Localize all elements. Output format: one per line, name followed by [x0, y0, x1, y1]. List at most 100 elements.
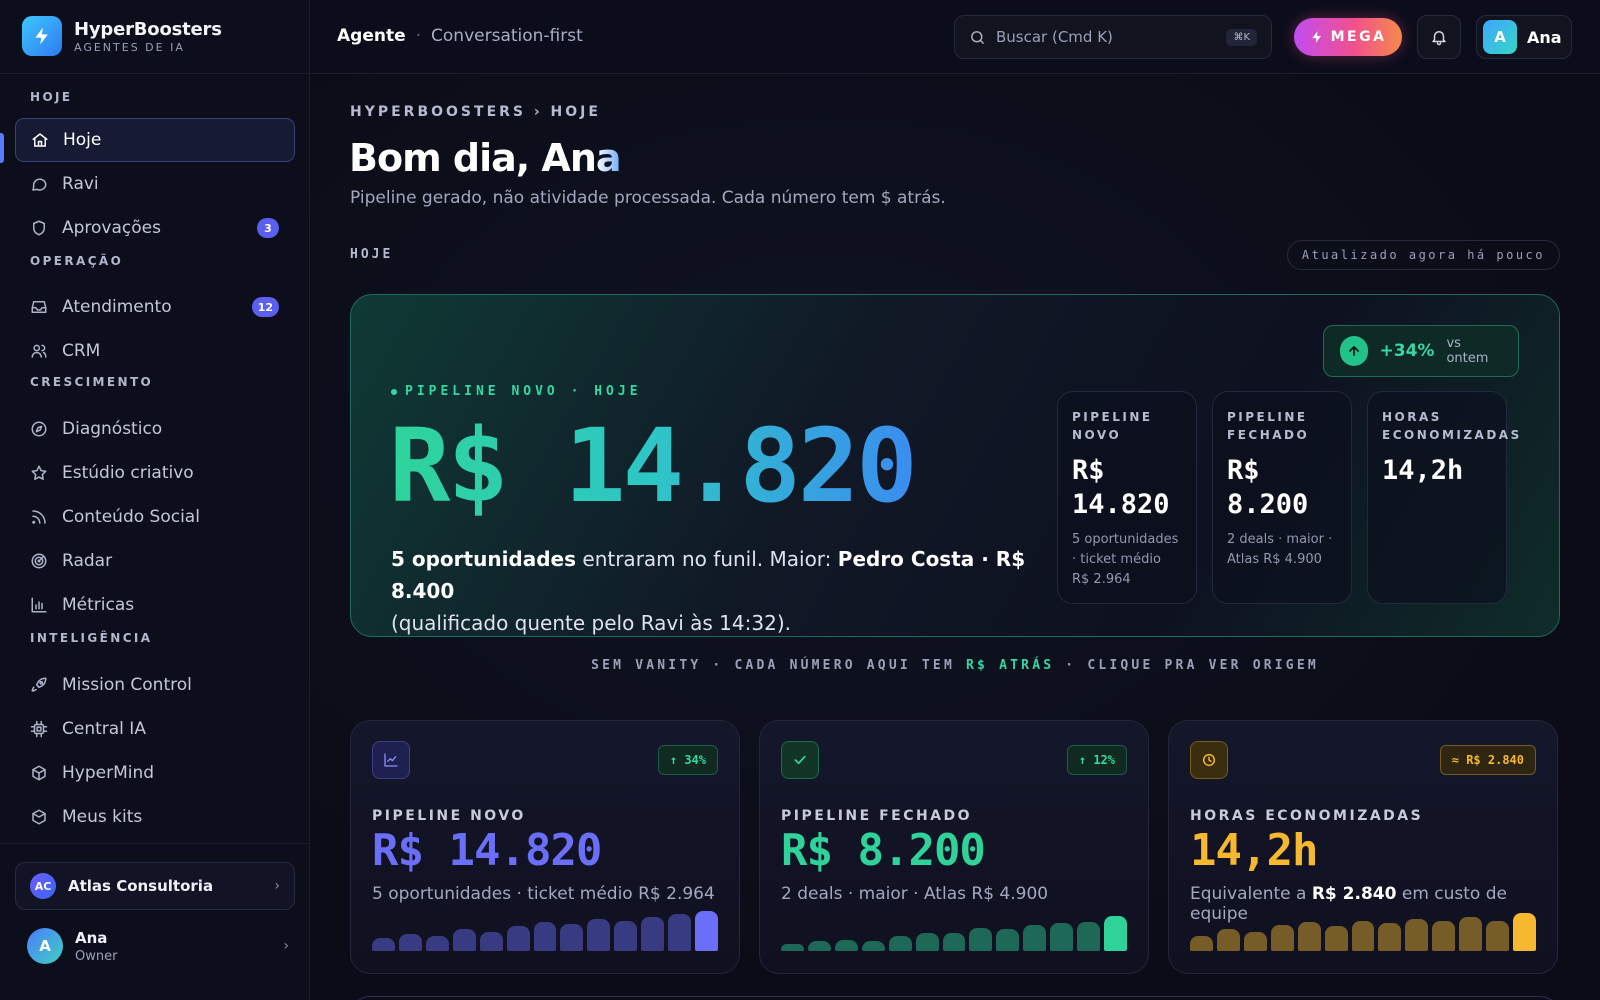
stat-title: PIPELINE NOVO — [1072, 410, 1153, 442]
sparkline-bar — [1405, 919, 1429, 951]
vanity-prefix: SEM VANITY · CADA NÚMERO AQUI TEM — [591, 658, 967, 673]
sidebar-item-central-ia[interactable]: Central IA — [15, 707, 295, 751]
sparkline-bar — [425, 935, 449, 951]
nav-section-inteligencia: INTELIGÊNCIA — [30, 631, 153, 645]
agent-mode-title: Agente · Conversation-first — [337, 26, 583, 46]
avatar: A — [27, 928, 63, 964]
mega-label: MEGA — [1330, 29, 1387, 45]
kpi-sparkline — [372, 911, 718, 951]
sidebar-item-hoje[interactable]: Hoje — [15, 118, 295, 162]
sidebar-item-label: Conteúdo Social — [62, 507, 200, 527]
bolt-logo-icon — [22, 16, 62, 56]
user-role: Owner — [75, 948, 118, 964]
divider — [0, 843, 309, 844]
nav-section-operacao: OPERAÇÃO — [30, 254, 124, 268]
kpi-sparkline — [1190, 911, 1536, 951]
sidebar-item-aprovacoes[interactable]: Aprovações 3 — [15, 206, 295, 250]
sparkline-bar — [614, 921, 638, 951]
sparkline-bar — [781, 943, 804, 951]
hero-label-text: PIPELINE NOVO · HOJE — [405, 384, 642, 399]
sidebar-item-conteudo-social[interactable]: Conteúdo Social — [15, 495, 295, 539]
star-icon — [31, 465, 47, 480]
rocket-icon — [31, 677, 47, 692]
kpi-value-chip: ≈ R$ 2.840 — [1439, 745, 1536, 775]
sparkline-bar — [1459, 917, 1483, 951]
sparkline-bar — [1324, 926, 1348, 951]
sparkline-bar — [587, 919, 611, 951]
hero-desc-text: entraram no funil. Maior: — [576, 547, 838, 571]
sidebar-item-atendimento[interactable]: Atendimento 12 — [15, 285, 295, 329]
bell-icon — [1432, 31, 1446, 46]
bar-chart-icon — [31, 597, 47, 613]
sparkline-bar — [452, 929, 476, 951]
shield-icon — [33, 220, 45, 236]
search-shortcut: ⌘K — [1226, 28, 1257, 46]
user-name: Ana — [1527, 27, 1562, 47]
stat-title: HORAS ECONOMIZADAS — [1382, 410, 1522, 442]
approvals-count-badge: 3 — [257, 218, 279, 238]
search-input[interactable]: Buscar (Cmd K) ⌘K — [954, 15, 1272, 59]
vanity-highlight: R$ ATRÁS — [966, 658, 1055, 673]
sparkline-bar — [695, 911, 718, 951]
sidebar-item-label: Estúdio criativo — [62, 463, 194, 483]
sidebar-item-mission-control[interactable]: Mission Control — [15, 663, 295, 707]
sidebar-item-meus-kits[interactable]: Meus kits — [15, 795, 295, 839]
section-label: HOJE — [350, 247, 394, 262]
sidebar-item-radar[interactable]: Radar — [15, 539, 295, 583]
workspace-switcher[interactable]: AC Atlas Consultoria › — [15, 862, 295, 910]
stat-card-horas-economizadas[interactable]: HORAS ECONOMIZADAS 14,2h — [1367, 391, 1522, 604]
sparkline-bar — [1513, 913, 1536, 951]
sidebar-item-crm[interactable]: CRM — [15, 329, 295, 373]
mega-button[interactable]: MEGA — [1294, 18, 1402, 56]
kpi-sparkline — [781, 911, 1127, 951]
compass-icon — [31, 421, 47, 437]
kpi-desc: 2 deals · maior · Atlas R$ 4.900 — [781, 884, 1049, 904]
stat-title: PIPELINE FECHADO — [1227, 410, 1310, 442]
sparkline-bar — [1077, 922, 1101, 951]
sidebar-item-estudio-criativo[interactable]: Estúdio criativo — [15, 451, 295, 495]
cpu-icon — [30, 720, 48, 738]
chevron-right-icon: › — [274, 878, 280, 894]
stat-card-pipeline-fechado[interactable]: PIPELINE FECHADO R$ 8.200 2 deals · maio… — [1212, 391, 1352, 604]
greeting-text: Bom dia, An — [349, 136, 597, 180]
kpi-title: PIPELINE FECHADO — [781, 808, 973, 824]
stat-value: R$ 14.820 — [1072, 455, 1170, 520]
search-placeholder: Buscar (Cmd K) — [996, 28, 1113, 46]
sidebar-item-label: Mission Control — [62, 675, 192, 695]
cube-icon — [32, 765, 46, 781]
sparkline-bar — [1216, 929, 1240, 951]
radar-icon — [31, 553, 47, 569]
hero-pipeline-card[interactable]: PIPELINE NOVO · HOJE R$ 14.820 5 oportun… — [350, 294, 1560, 637]
sidebar-item-label: Radar — [62, 551, 113, 571]
sidebar-item-diagnostico[interactable]: Diagnóstico — [15, 407, 295, 451]
vanity-suffix: · CLIQUE PRA VER ORIGEM — [1054, 658, 1319, 673]
brand[interactable]: HyperBoosters AGENTES DE IA — [22, 16, 222, 56]
atendimento-count-badge: 12 — [251, 297, 279, 317]
topbar: Agente · Conversation-first Buscar (Cmd … — [311, 0, 1600, 74]
user-menu[interactable]: A Ana Owner › — [27, 928, 289, 964]
stat-card-pipeline-novo[interactable]: PIPELINE NOVO R$ 14.820 5 oportunidades … — [1057, 391, 1197, 604]
notifications-button[interactable] — [1417, 15, 1461, 59]
sparkline-bar — [861, 941, 885, 951]
page-title: Bom dia, Ana — [349, 136, 622, 180]
kpi-card-horas-economizadas[interactable]: ≈ R$ 2.840 HORAS ECONOMIZADAS 14,2h Equi… — [1168, 720, 1558, 974]
user-menu-button[interactable]: A Ana — [1476, 15, 1572, 59]
kpi-value: 14,2h — [1190, 825, 1318, 876]
sparkline-bar — [668, 914, 692, 951]
sidebar-item-metricas[interactable]: Métricas — [15, 583, 295, 627]
sidebar-item-label: Hoje — [63, 130, 102, 150]
sidebar-item-ravi[interactable]: Ravi — [15, 162, 295, 206]
sparkline-bar — [888, 935, 912, 951]
sidebar-item-label: Meus kits — [62, 807, 143, 827]
active-nav-marker — [0, 133, 4, 163]
kpi-card-pipeline-novo[interactable]: ↑ 34% PIPELINE NOVO R$ 14.820 5 oportuni… — [350, 720, 740, 974]
check-icon — [781, 741, 819, 779]
sparkline-bar — [533, 922, 557, 951]
main-content: HYPERBOOSTERS › HOJE Bom dia, Ana Pipeli… — [311, 74, 1600, 1000]
kpi-card-pipeline-fechado[interactable]: ↑ 12% PIPELINE FECHADO R$ 8.200 2 deals … — [759, 720, 1149, 974]
updated-status: Atualizado agora há pouco — [1286, 240, 1560, 270]
stat-value: R$ 8.200 — [1227, 455, 1309, 520]
brand-name: HyperBoosters — [74, 18, 222, 40]
sparkline-bar — [1297, 922, 1321, 951]
sidebar-item-hypermind[interactable]: HyperMind — [15, 751, 295, 795]
